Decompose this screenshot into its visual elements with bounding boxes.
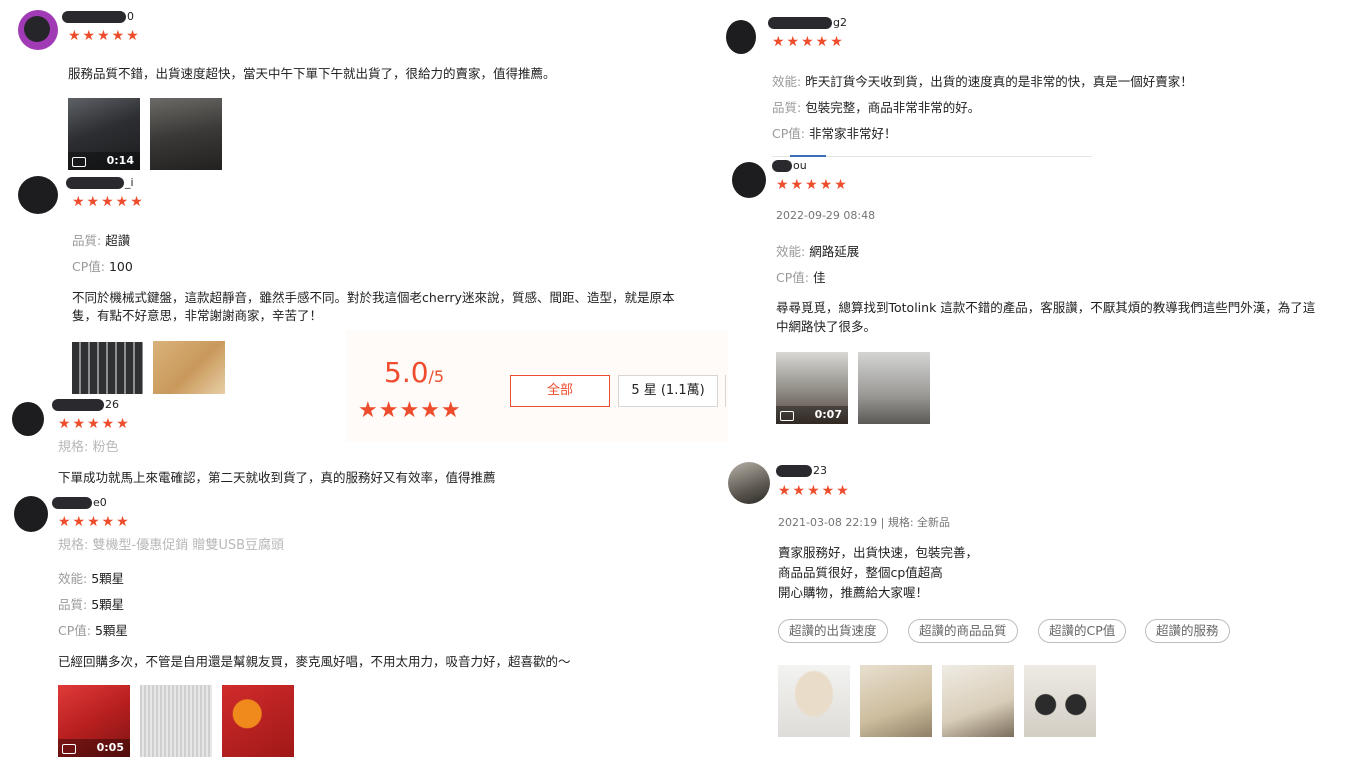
reviewer-avatar xyxy=(14,496,48,532)
review-text: 不同於機械式鍵盤，這款超靜音，雖然手感不同。對於我這個老cherry迷來說，質感… xyxy=(72,290,675,305)
review-photo[interactable] xyxy=(858,352,930,424)
review-photo[interactable] xyxy=(140,685,212,757)
reviewer-username: 0 xyxy=(62,10,134,23)
review-photo[interactable] xyxy=(153,341,225,394)
review-variation: 規格: 粉色 xyxy=(58,440,119,455)
redacted-name xyxy=(62,11,126,23)
rating-stars: ★★★★★ xyxy=(772,34,845,50)
redacted-name xyxy=(776,465,812,477)
video-duration: 0:05 xyxy=(96,741,124,754)
review-photo[interactable] xyxy=(1024,665,1096,737)
rating-overview: 5.0/5 ★★★★★ 全部 5 星 (1.1萬) xyxy=(346,330,728,442)
reviewer-username: _i xyxy=(66,176,134,189)
reviewer-username: 26 xyxy=(52,398,119,411)
review-video[interactable]: 0:14 xyxy=(68,98,140,170)
review-attribute: 品質: 超讚 xyxy=(72,233,131,248)
reviewer-avatar xyxy=(18,176,58,214)
review-attribute: 效能: 網路延展 xyxy=(776,244,860,259)
review-attribute: 效能: 5顆星 xyxy=(58,571,125,586)
review-tag: 超讚的CP值 xyxy=(1038,619,1127,643)
reviewer-username: g2 xyxy=(768,16,847,29)
filter-divider xyxy=(725,375,726,407)
review-video[interactable]: 0:07 xyxy=(776,352,848,424)
review-date: 2021-03-08 22:19 | 規格: 全新品 xyxy=(778,516,951,529)
review-text: 商品品質很好，整個cp值超高 xyxy=(778,565,943,580)
rating-stars: ★★★★★ xyxy=(776,177,849,193)
review-text: 已經回購多次，不管是自用還是幫親友買，麥克風好唱，不用太用力，吸音力好，超喜歡的… xyxy=(58,654,571,669)
rating-stars: ★★★★★ xyxy=(72,194,145,210)
review-divider-accent xyxy=(790,155,826,157)
video-camera-icon xyxy=(72,157,86,167)
average-score: 5.0/5 xyxy=(384,356,445,389)
review-attribute: CP值: 佳 xyxy=(776,270,826,285)
review-tag: 超讚的商品品質 xyxy=(908,619,1018,643)
review-date: 2022-09-29 08:48 xyxy=(776,209,876,222)
review-attribute: 品質: 包裝完整，商品非常非常的好。 xyxy=(772,100,981,115)
review-photo[interactable] xyxy=(860,665,932,737)
review-tag: 超讚的出貨速度 xyxy=(778,619,888,643)
reviewer-username: e0 xyxy=(52,496,107,509)
review-attribute: 品質: 5顆星 xyxy=(58,597,125,612)
redacted-name xyxy=(772,160,792,172)
video-duration: 0:07 xyxy=(814,408,842,421)
rating-stars: ★★★★★ xyxy=(58,514,131,530)
review-text: 賣家服務好，出貨快速，包裝完善， xyxy=(778,545,979,560)
review-photo[interactable] xyxy=(150,98,222,170)
review-photo[interactable] xyxy=(942,665,1014,737)
rating-stars: ★★★★★ xyxy=(68,28,141,44)
average-stars: ★★★★★ xyxy=(358,398,462,423)
redacted-name xyxy=(66,177,124,189)
review-tag: 超讚的服務 xyxy=(1145,619,1230,643)
review-text: 開心購物，推薦給大家喔！ xyxy=(778,585,929,600)
filter-all-button[interactable]: 全部 xyxy=(510,375,610,407)
reviewer-avatar xyxy=(732,162,766,198)
reviewer-username: 23 xyxy=(776,464,827,477)
video-duration: 0:14 xyxy=(106,154,134,167)
reviewer-avatar xyxy=(12,402,44,436)
review-text: 隻，有點不好意思，非常謝謝商家，辛苦了！ xyxy=(72,308,323,323)
reviewer-avatar xyxy=(728,462,770,504)
redacted-name xyxy=(768,17,832,29)
rating-stars: ★★★★★ xyxy=(58,416,131,432)
video-camera-icon xyxy=(780,411,794,421)
review-text: 下單成功就馬上來電確認，第二天就收到貨了，真的服務好又有效率，值得推薦 xyxy=(58,470,496,485)
redacted-name xyxy=(52,399,104,411)
reviewer-username: ou xyxy=(772,159,807,172)
filter-5-star-button[interactable]: 5 星 (1.1萬) xyxy=(618,375,718,407)
review-text: 尋尋覓覓，總算找到Totolink 這款不錯的產品，客服讚，不厭其煩的教導我們這… xyxy=(776,300,1316,315)
video-camera-icon xyxy=(62,744,76,754)
reviewer-avatar xyxy=(18,10,58,50)
redacted-name xyxy=(52,497,92,509)
review-variation: 規格: 雙機型-優惠促銷 贈雙USB豆腐頭 xyxy=(58,538,285,553)
review-photo[interactable] xyxy=(72,342,143,394)
review-attribute: 效能: 昨天訂貨今天收到貨，出貨的速度真的是非常的快，真是一個好賣家！ xyxy=(772,74,1193,89)
reviewer-avatar xyxy=(726,20,756,54)
review-attribute: CP值: 100 xyxy=(72,259,133,274)
review-photo[interactable] xyxy=(222,685,294,757)
review-photo[interactable] xyxy=(778,665,850,737)
review-text: 服務品質不錯，出貨速度超快，當天中午下單下午就出貨了，很給力的賣家，值得推薦。 xyxy=(68,66,556,81)
review-video[interactable]: 0:05 xyxy=(58,685,130,757)
rating-stars: ★★★★★ xyxy=(778,483,851,499)
review-text: 中網路快了很多。 xyxy=(776,319,877,334)
review-attribute: CP值: 5顆星 xyxy=(58,623,128,638)
review-attribute: CP值: 非常家非常好！ xyxy=(772,126,897,141)
